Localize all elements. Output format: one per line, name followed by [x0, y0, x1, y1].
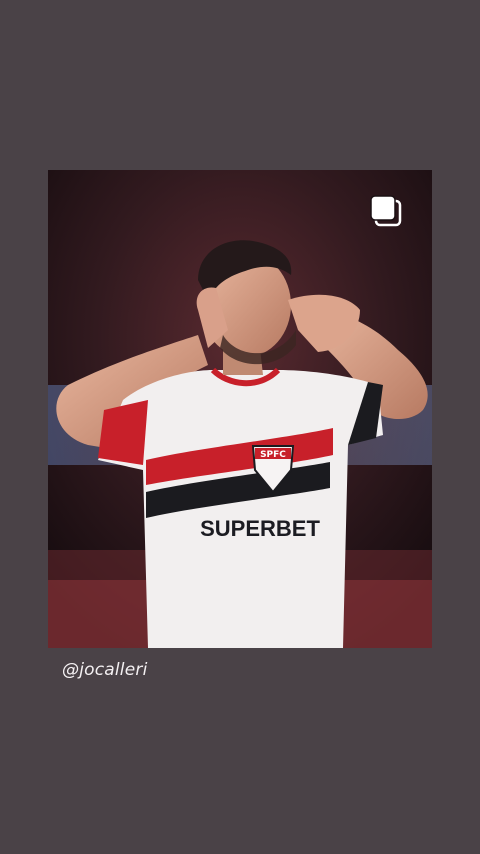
story-screen: SPFC SUPERBET @jocalleri — [0, 0, 480, 854]
player-photo: SPFC SUPERBET — [48, 170, 432, 648]
story-photo[interactable]: SPFC SUPERBET — [48, 170, 432, 648]
crest-text: SPFC — [260, 450, 286, 460]
mention-sticker[interactable]: @jocalleri — [62, 660, 148, 680]
shirt-sponsor: SUPERBET — [200, 516, 320, 541]
